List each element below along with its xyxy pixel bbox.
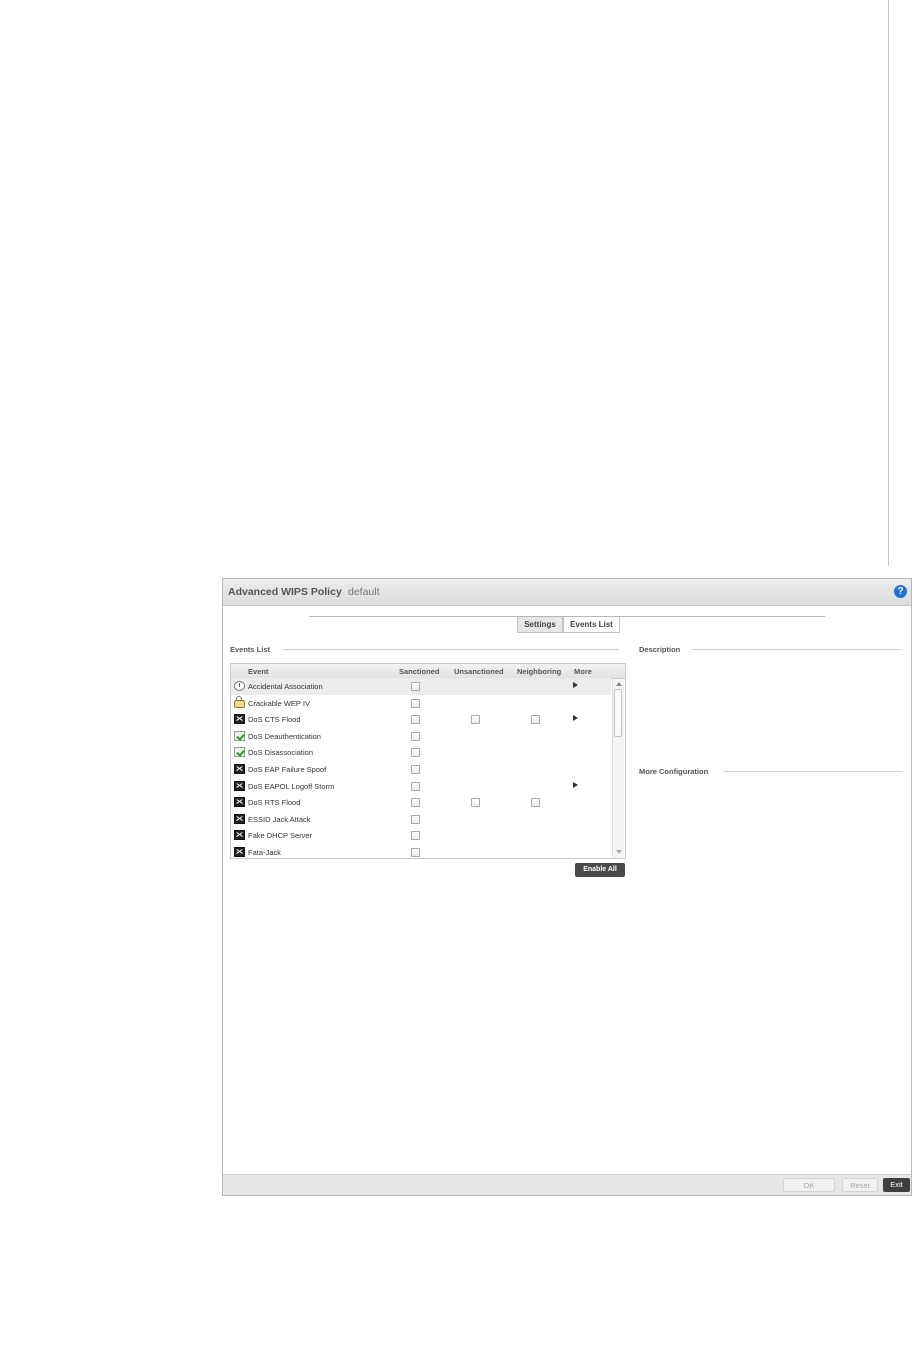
events-grid: Event Sanctioned Unsanctioned Neighborin… bbox=[230, 663, 626, 859]
enable-all-button[interactable]: Enable All bbox=[575, 863, 625, 877]
check-icon bbox=[234, 730, 245, 741]
dos-icon bbox=[234, 797, 245, 808]
sanctioned-checkbox[interactable] bbox=[411, 781, 420, 791]
scroll-thumb[interactable] bbox=[614, 689, 622, 737]
window-title: Advanced WIPS Policy bbox=[228, 586, 342, 598]
sanctioned-checkbox[interactable] bbox=[411, 848, 420, 857]
column-unsanctioned[interactable]: Unsanctioned bbox=[454, 667, 504, 676]
exit-button[interactable]: Exit bbox=[883, 1178, 910, 1192]
tab-settings[interactable]: Settings bbox=[517, 617, 563, 633]
sanctioned-checkbox[interactable] bbox=[411, 748, 420, 758]
more-arrow-icon[interactable] bbox=[573, 682, 578, 688]
event-name: DoS CTS Flood bbox=[248, 715, 301, 725]
sanctioned-checkbox[interactable] bbox=[411, 765, 420, 774]
table-row[interactable]: Fata-Jack bbox=[231, 844, 611, 861]
policy-name: default bbox=[348, 586, 380, 598]
events-list-label: Events List bbox=[230, 645, 271, 654]
table-row[interactable]: ESSID Jack Attack bbox=[231, 811, 611, 828]
dos-icon bbox=[234, 830, 245, 841]
check-icon bbox=[234, 747, 245, 758]
more-configuration-label: More Configuration bbox=[639, 767, 709, 776]
reset-button[interactable]: Reset bbox=[842, 1178, 878, 1192]
dos-icon bbox=[234, 764, 245, 774]
scroll-down-arrow-icon[interactable] bbox=[616, 850, 622, 854]
title-bar: Advanced WIPS Policy default ? bbox=[223, 579, 911, 606]
more-arrow-icon[interactable] bbox=[573, 715, 578, 722]
event-name: Fata-Jack bbox=[248, 848, 281, 857]
unsanctioned-checkbox[interactable] bbox=[471, 798, 480, 808]
description-rule bbox=[692, 649, 902, 650]
column-more[interactable]: More bbox=[574, 667, 592, 676]
dos-icon bbox=[234, 714, 245, 725]
more-arrow-icon[interactable] bbox=[573, 781, 578, 788]
table-row[interactable]: DoS Deauthentication bbox=[231, 728, 611, 745]
event-name: Crackable WEP IV bbox=[248, 698, 310, 708]
sanctioned-checkbox[interactable] bbox=[411, 731, 420, 741]
events-grid-scrollbar[interactable] bbox=[612, 679, 624, 857]
help-icon[interactable]: ? bbox=[894, 585, 907, 598]
sanctioned-checkbox[interactable] bbox=[411, 814, 420, 824]
sanctioned-checkbox[interactable] bbox=[411, 798, 420, 808]
neighboring-checkbox[interactable] bbox=[531, 715, 540, 725]
column-event[interactable]: Event bbox=[248, 667, 268, 676]
lock-icon bbox=[234, 695, 245, 708]
column-neighboring[interactable]: Neighboring bbox=[517, 667, 561, 676]
table-row[interactable]: Crackable WEP IV bbox=[231, 695, 611, 712]
table-row[interactable]: DoS EAP Failure Spoof bbox=[231, 761, 611, 778]
clock-icon bbox=[234, 681, 245, 691]
scroll-up-arrow-icon[interactable] bbox=[616, 682, 622, 686]
table-row[interactable]: Accidental Association bbox=[231, 678, 611, 695]
tab-events-list[interactable]: Events List bbox=[563, 617, 620, 633]
ok-button[interactable]: OK bbox=[783, 1178, 835, 1192]
sanctioned-checkbox[interactable] bbox=[411, 682, 420, 691]
event-name: DoS Deauthentication bbox=[248, 731, 321, 741]
event-name: DoS Disassociation bbox=[248, 748, 314, 758]
column-sanctioned[interactable]: Sanctioned bbox=[399, 667, 439, 676]
table-row[interactable]: DoS CTS Flood bbox=[231, 711, 611, 728]
table-row[interactable]: DoS EAPOL Logoff Storm bbox=[231, 778, 611, 795]
table-row[interactable]: Fake DHCP Server bbox=[231, 827, 611, 844]
events-list-rule bbox=[283, 649, 619, 650]
event-name: DoS EAPOL Logoff Storm bbox=[248, 781, 335, 791]
dos-icon bbox=[234, 847, 245, 857]
page-margin-rule bbox=[888, 0, 889, 566]
event-name: ESSID Jack Attack bbox=[248, 814, 311, 824]
events-grid-header: Event Sanctioned Unsanctioned Neighborin… bbox=[231, 664, 625, 679]
advanced-wips-policy-window: Advanced WIPS Policy default ? Settings … bbox=[222, 578, 912, 1196]
event-name: Fake DHCP Server bbox=[248, 831, 313, 841]
footer-bar: OK Reset Exit bbox=[223, 1174, 911, 1195]
sanctioned-checkbox[interactable] bbox=[411, 831, 420, 841]
sanctioned-checkbox[interactable] bbox=[411, 698, 420, 708]
sanctioned-checkbox[interactable] bbox=[411, 715, 420, 725]
event-name: DoS RTS Flood bbox=[248, 798, 301, 808]
description-label: Description bbox=[639, 645, 681, 654]
more-configuration-rule bbox=[724, 771, 902, 772]
table-row[interactable]: DoS RTS Flood bbox=[231, 794, 611, 811]
unsanctioned-checkbox[interactable] bbox=[471, 715, 480, 725]
neighboring-checkbox[interactable] bbox=[531, 798, 540, 808]
event-name: DoS EAP Failure Spoof bbox=[248, 765, 327, 774]
dos-icon bbox=[234, 813, 245, 824]
table-row[interactable]: DoS Disassociation bbox=[231, 744, 611, 761]
event-name: Accidental Association bbox=[248, 682, 323, 691]
dos-icon bbox=[234, 780, 245, 791]
